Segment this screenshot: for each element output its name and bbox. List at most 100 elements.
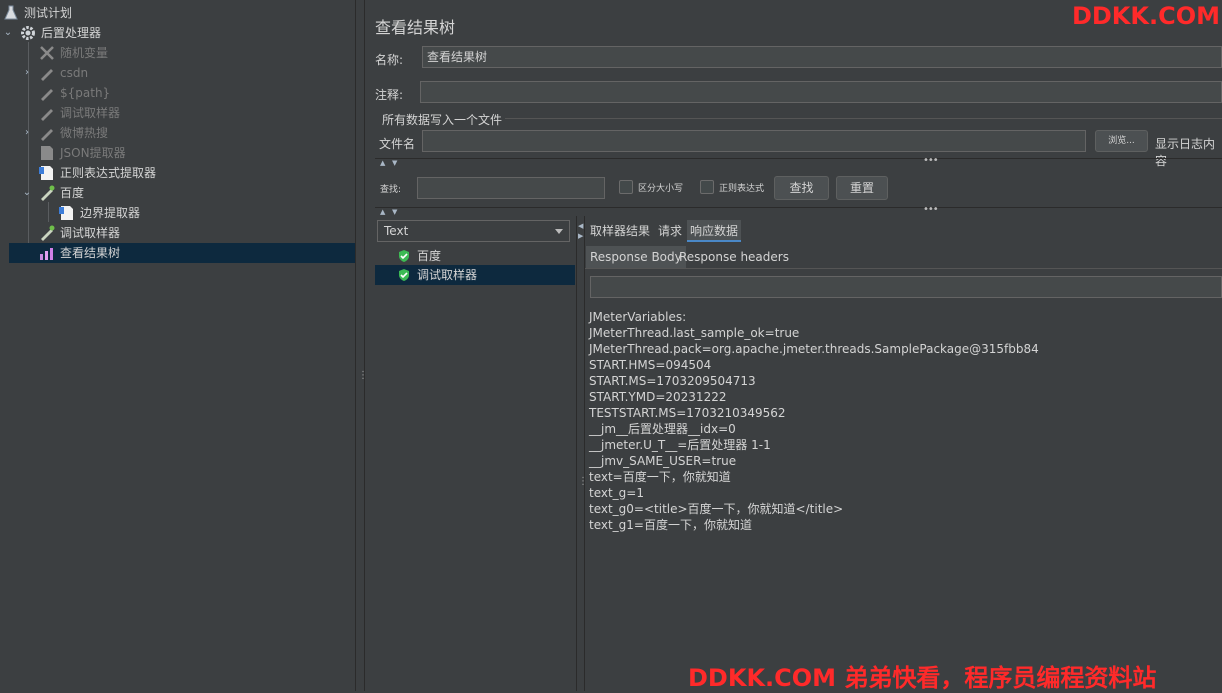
response-line: text_g1=百度一下，你就知道 xyxy=(589,518,752,532)
regex-checkbox[interactable] xyxy=(700,180,714,194)
case-sensitive-label: 区分大小写 xyxy=(638,184,684,194)
name-field[interactable]: 查看结果树 xyxy=(422,46,1222,68)
name-label: 名称: xyxy=(375,53,404,67)
tree-item-debug-sampler-2[interactable]: 调试取样器 xyxy=(39,223,120,243)
view-results-tree-panel: 查看结果树 名称: 查看结果树 注释: 所有数据写入一个文件 文件名 浏览...… xyxy=(365,0,1222,691)
tree-item-path[interactable]: ${path} xyxy=(39,83,110,103)
renderer-select[interactable]: Text xyxy=(377,220,570,242)
reset-button[interactable]: 重置 xyxy=(836,176,888,200)
comment-label: 注释: xyxy=(375,88,404,102)
tree-item-label: 调试取样器 xyxy=(60,226,121,240)
tree-item-random-variable[interactable]: 随机变量 xyxy=(39,43,108,63)
tab-sampler-result[interactable]: 取样器结果 xyxy=(587,220,653,242)
response-line: START.YMD=20231222 xyxy=(589,390,727,404)
split-pane-divider[interactable]: ⋮ xyxy=(355,0,368,691)
comment-field[interactable] xyxy=(420,81,1222,103)
response-line: __jm__后置处理器__idx=0 xyxy=(589,422,736,436)
separator xyxy=(375,207,1222,208)
response-line: JMeterThread.last_sample_ok=true xyxy=(589,326,800,340)
collapse-left-icon[interactable]: ◀ xyxy=(578,222,583,230)
tree-item-label: 调试取样器 xyxy=(60,106,121,120)
tree-guide-line xyxy=(48,202,49,222)
response-line: TESTSTART.MS=1703210349562 xyxy=(589,406,786,420)
tree-item-weibo-hot[interactable]: › 微博热搜 xyxy=(21,123,108,143)
tree-item-label: 随机变量 xyxy=(60,46,109,60)
response-line: __jmeter.U_T__=后置处理器 1-1 xyxy=(589,438,771,452)
tree-item-json-extractor[interactable]: JSON提取器 xyxy=(39,143,126,163)
split-pane-divider[interactable]: ◀ ▶ ⋮ xyxy=(576,216,588,691)
response-line: __jmv_SAME_USER=true xyxy=(589,454,737,468)
log-content-label: 显示日志内容 xyxy=(1155,137,1216,168)
result-item-label: 调试取样器 xyxy=(417,268,478,282)
tree-item-boundary-extractor[interactable]: 边界提取器 xyxy=(59,203,140,223)
response-line: JMeterThread.pack=org.apache.jmeter.thre… xyxy=(589,342,1039,356)
tree-item-label: 正则表达式提取器 xyxy=(60,166,157,180)
result-item-debug-sampler[interactable]: 调试取样器 xyxy=(375,265,575,285)
tree-item-label: 后置处理器 xyxy=(41,26,102,40)
chevron-down-icon xyxy=(555,229,563,234)
page-title: 查看结果树 xyxy=(375,18,456,37)
tree-item-label: 百度 xyxy=(60,186,85,200)
success-shield-icon xyxy=(399,269,409,281)
chevron-down-icon[interactable]: ⌄ xyxy=(21,183,33,203)
tree-item-label: 查看结果树 xyxy=(60,246,121,260)
tree-item-label: ${path} xyxy=(60,86,111,100)
file-section-border xyxy=(505,118,1222,119)
tab-response-body[interactable]: Response Body xyxy=(586,246,686,268)
tree-item-baidu[interactable]: ⌄ 百度 xyxy=(21,183,84,203)
response-search-input[interactable] xyxy=(590,276,1222,298)
flask-icon xyxy=(4,5,18,20)
collapse-down-icon[interactable]: ▼ xyxy=(392,159,397,167)
grip-icon[interactable]: ••• xyxy=(923,155,939,166)
filename-label: 文件名 xyxy=(379,137,416,151)
tree-item-label: 测试计划 xyxy=(24,6,73,20)
browse-button[interactable]: 浏览... xyxy=(1095,130,1148,152)
case-sensitive-checkbox[interactable] xyxy=(619,180,633,194)
tree-item-csdn[interactable]: › csdn xyxy=(21,63,88,83)
tree-item-debug-sampler-1[interactable]: 调试取样器 xyxy=(39,103,120,123)
collapse-up-icon[interactable]: ▲ xyxy=(380,208,385,216)
pipette-icon xyxy=(41,185,55,201)
tree-item-label: csdn xyxy=(60,66,89,80)
chevron-right-icon[interactable]: › xyxy=(21,123,33,143)
tree-item-label: 边界提取器 xyxy=(80,206,141,220)
pipette-icon xyxy=(41,69,53,81)
chevron-right-icon[interactable]: › xyxy=(21,63,33,83)
pipette-icon xyxy=(41,129,53,141)
collapse-up-icon[interactable]: ▲ xyxy=(380,159,385,167)
regex-label: 正则表达式 xyxy=(719,184,765,194)
tree-item-view-results-tree[interactable]: 查看结果树 xyxy=(9,243,355,263)
find-button[interactable]: 查找 xyxy=(774,176,829,200)
grip-icon[interactable]: ••• xyxy=(923,204,939,215)
tab-request[interactable]: 请求 xyxy=(655,220,685,242)
result-item-baidu[interactable]: 百度 xyxy=(397,246,441,266)
renderer-value: Text xyxy=(384,224,409,238)
pipette-icon xyxy=(41,109,53,121)
tree-item-label: JSON提取器 xyxy=(60,146,126,160)
tree-item-regex-extractor[interactable]: 正则表达式提取器 xyxy=(39,163,156,183)
success-shield-icon xyxy=(399,250,409,262)
tree-item-test-plan[interactable]: 测试计划 xyxy=(3,3,72,23)
response-line: text=百度一下，你就知道 xyxy=(589,470,731,484)
chevron-down-icon[interactable]: ⌄ xyxy=(2,23,14,43)
separator xyxy=(585,268,1222,269)
file-section-label: 所有数据写入一个文件 xyxy=(382,113,503,127)
pipette-icon xyxy=(41,89,53,101)
response-line: START.HMS=094504 xyxy=(589,358,712,372)
search-label: 查找: xyxy=(380,185,402,195)
tab-response-headers[interactable]: Response headers xyxy=(675,246,793,268)
pipette-icon xyxy=(41,225,55,241)
wrench-icon xyxy=(40,46,54,60)
gear-icon xyxy=(21,26,35,40)
collapse-down-icon[interactable]: ▼ xyxy=(392,208,397,216)
filename-field[interactable] xyxy=(422,130,1086,152)
response-line: JMeterVariables: xyxy=(589,310,687,324)
tree-item-post-processor[interactable]: ⌄ 后置处理器 xyxy=(3,23,101,43)
collapse-right-icon[interactable]: ▶ xyxy=(578,232,583,240)
search-input[interactable] xyxy=(417,177,605,199)
tab-response-data[interactable]: 响应数据 xyxy=(687,220,742,242)
chart-icon xyxy=(40,248,53,260)
tree-item-label: 微博热搜 xyxy=(60,126,109,140)
document-icon xyxy=(41,146,53,160)
response-line: text_g=1 xyxy=(589,486,644,500)
